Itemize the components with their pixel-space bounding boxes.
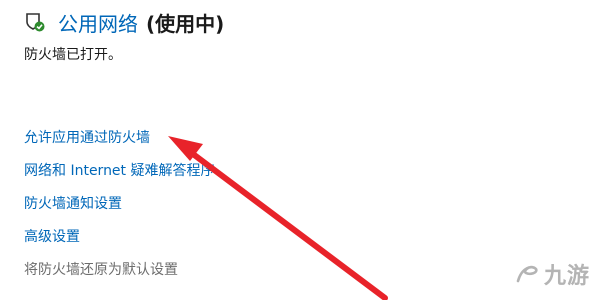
shield-network-icon (26, 13, 45, 32)
watermark-logo-icon (516, 265, 538, 283)
watermark: 九游 (514, 258, 590, 290)
red-arrow-shaft (182, 145, 388, 300)
watermark-text: 九游 (543, 264, 590, 289)
notification-settings-link[interactable]: 防火墙通知设置 (24, 196, 215, 213)
firewall-links: 允许应用通过防火墙 网络和 Internet 疑难解答程序 防火墙通知设置 高级… (24, 130, 215, 295)
firewall-status: 防火墙已打开。 (24, 47, 122, 63)
advanced-settings-link[interactable]: 高级设置 (24, 229, 215, 246)
troubleshooter-link[interactable]: 网络和 Internet 疑难解答程序 (24, 163, 215, 180)
restore-defaults-link: 将防火墙还原为默认设置 (24, 262, 178, 278)
network-name: 公用网络 (58, 11, 138, 36)
network-header: 公用网络 (使用中) (24, 8, 224, 36)
network-state: (使用中) (146, 11, 225, 36)
allow-app-link[interactable]: 允许应用通过防火墙 (24, 130, 215, 147)
